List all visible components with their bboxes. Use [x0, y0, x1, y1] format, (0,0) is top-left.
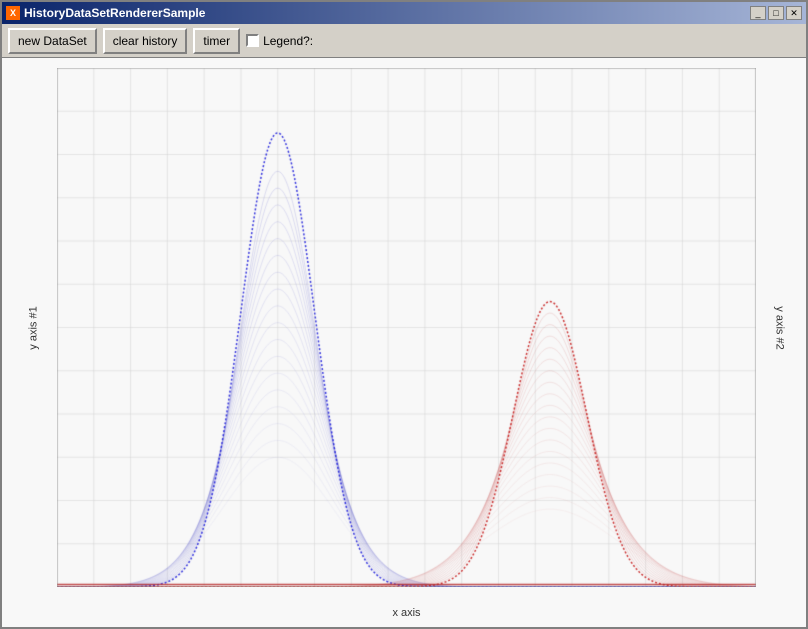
y-axis-right-label: y axis #2: [773, 306, 785, 349]
title-bar-left: X HistoryDataSetRendererSample: [6, 6, 205, 20]
title-bar: X HistoryDataSetRendererSample _ □ ✕: [2, 2, 806, 24]
chart-container: y axis #1 y axis #2 x axis: [57, 68, 756, 587]
toolbar: new DataSet clear history timer Legend?:: [2, 24, 806, 58]
y-axis-left-label: y axis #1: [28, 306, 40, 349]
chart-area: y axis #1 y axis #2 x axis: [2, 58, 806, 627]
new-dataset-button[interactable]: new DataSet: [8, 28, 97, 54]
clear-history-button[interactable]: clear history: [103, 28, 188, 54]
legend-checkbox-wrapper: Legend?:: [246, 34, 313, 48]
window-icon: X: [6, 6, 20, 20]
x-axis-label: x axis: [392, 607, 420, 619]
window-title: HistoryDataSetRendererSample: [24, 6, 205, 20]
main-window: X HistoryDataSetRendererSample _ □ ✕ new…: [0, 0, 808, 629]
timer-button[interactable]: timer: [193, 28, 240, 54]
legend-checkbox[interactable]: [246, 34, 259, 47]
close-button[interactable]: ✕: [786, 6, 802, 20]
chart-canvas: [57, 68, 756, 587]
minimize-button[interactable]: _: [750, 6, 766, 20]
title-bar-controls: _ □ ✕: [750, 6, 802, 20]
maximize-button[interactable]: □: [768, 6, 784, 20]
legend-label: Legend?:: [263, 34, 313, 48]
